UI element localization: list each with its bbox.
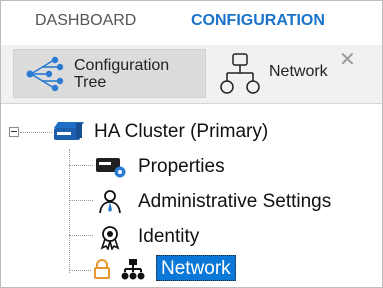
tree-node-administrative-settings[interactable]: Administrative Settings	[1, 188, 371, 216]
identity-badge-icon	[100, 226, 120, 250]
tree-node-label: HA Cluster (Primary)	[94, 121, 269, 142]
tree-node-ha-cluster[interactable]: HA Cluster (Primary)	[1, 118, 301, 146]
tree-share-icon	[26, 56, 64, 92]
tree-node-label: Administrative Settings	[138, 191, 332, 212]
configuration-tree: HA Cluster (Primary) Properties Administ…	[1, 105, 382, 287]
properties-server-icon	[96, 158, 126, 178]
admin-user-icon	[99, 190, 121, 214]
network-hierarchy-icon	[121, 259, 145, 280]
cluster-server-icon	[54, 122, 84, 140]
tree-node-properties[interactable]: Properties	[1, 153, 301, 181]
network-label: Network	[269, 63, 328, 80]
network-hierarchy-icon	[220, 53, 260, 94]
tab-bar: DASHBOARD CONFIGURATION	[1, 1, 382, 41]
lock-icon	[94, 259, 110, 279]
tree-node-network-label-selected[interactable]: Network	[156, 255, 236, 281]
configuration-tree-button[interactable]: Configuration Tree	[13, 49, 206, 98]
tree-node-network[interactable]	[1, 255, 301, 283]
configuration-tree-label: Configuration Tree	[74, 57, 170, 91]
toolbar: Configuration Tree Network ✕	[1, 45, 382, 104]
tree-node-label: Identity	[138, 226, 200, 247]
app-frame: DASHBOARD CONFIGURATION Configuration Tr…	[0, 0, 383, 288]
tree-node-identity[interactable]: Identity	[1, 223, 301, 251]
network-button[interactable]: Network	[215, 49, 345, 98]
close-icon[interactable]: ✕	[339, 50, 356, 70]
tab-dashboard[interactable]: DASHBOARD	[35, 12, 136, 30]
tree-node-label: Properties	[138, 156, 225, 177]
tab-configuration[interactable]: CONFIGURATION	[191, 12, 325, 30]
